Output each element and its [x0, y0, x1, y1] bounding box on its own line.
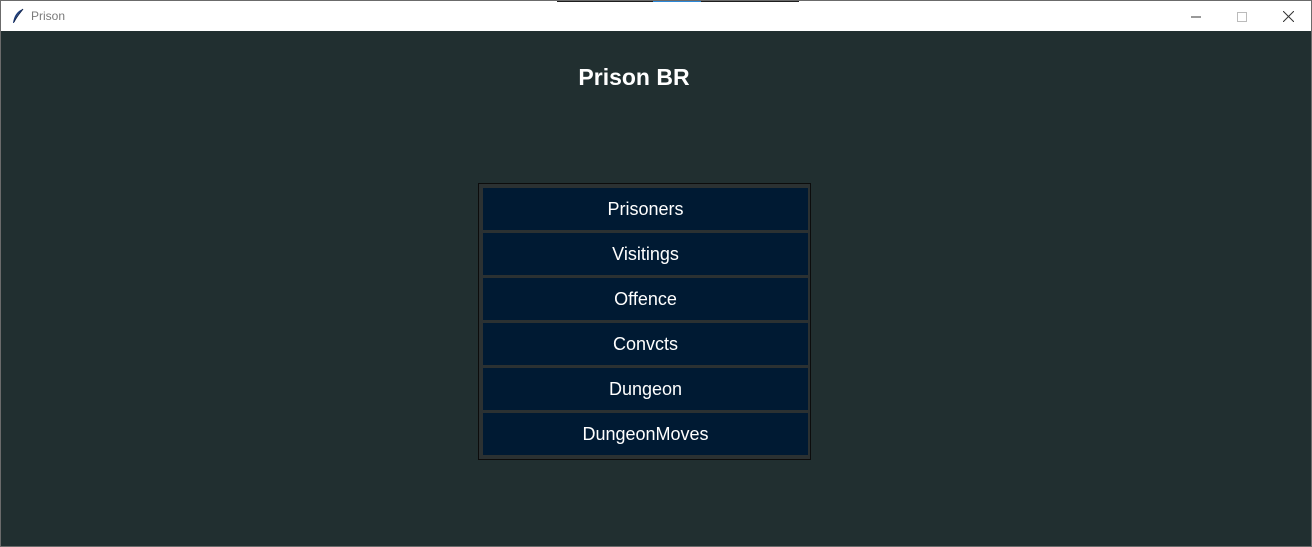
visitings-button[interactable]: Visitings [483, 233, 808, 275]
title-bar[interactable]: Prison [1, 1, 1311, 31]
minimize-icon [1191, 7, 1201, 26]
dungeon-moves-button[interactable]: DungeonMoves [483, 413, 808, 455]
maximize-button[interactable] [1219, 1, 1265, 31]
taskbar-accent-strip [557, 1, 799, 2]
window-controls [1173, 1, 1311, 31]
maximize-icon [1237, 7, 1247, 26]
page-title: Prison BR [578, 64, 690, 90]
offence-button[interactable]: Offence [483, 278, 808, 320]
feather-icon [11, 8, 25, 24]
app-window: Prison Prison BR Prisoners Visitings Off… [0, 0, 1312, 547]
menu-panel: Prisoners Visitings Offence Convcts Dung… [478, 183, 811, 460]
main-content: Prison BR Prisoners Visitings Offence Co… [1, 31, 1311, 546]
window-title: Prison [31, 9, 66, 23]
minimize-button[interactable] [1173, 1, 1219, 31]
taskbar-accent-highlight [653, 1, 701, 2]
close-icon [1282, 7, 1294, 26]
close-button[interactable] [1265, 1, 1311, 31]
dungeon-button[interactable]: Dungeon [483, 368, 808, 410]
convicts-button[interactable]: Convcts [483, 323, 808, 365]
prisoners-button[interactable]: Prisoners [483, 188, 808, 230]
